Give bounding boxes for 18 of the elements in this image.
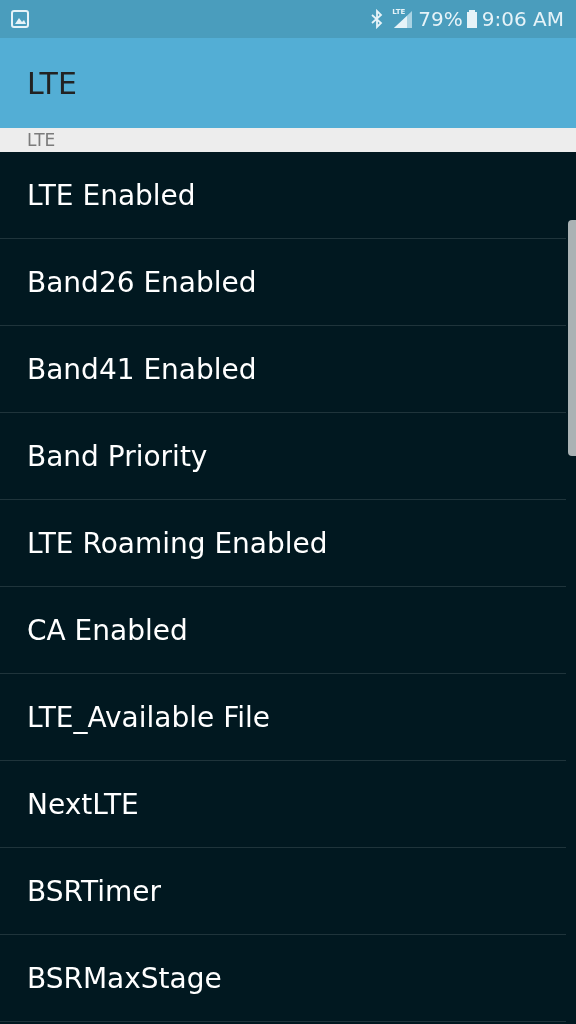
screen-title: LTE [27, 65, 77, 101]
settings-item[interactable]: NextLTE [0, 761, 566, 848]
section-header: LTE [27, 130, 56, 150]
settings-item[interactable]: Band26 Enabled [0, 239, 566, 326]
bluetooth-icon [370, 9, 385, 29]
battery-percent: 79% [418, 7, 463, 31]
settings-item[interactable]: Band41 Enabled [0, 326, 566, 413]
battery-icon [465, 9, 478, 29]
settings-item[interactable]: CA Enabled [0, 587, 566, 674]
settings-item[interactable]: BSRTimer [0, 848, 566, 935]
scrollbar[interactable] [568, 220, 576, 456]
settings-item[interactable]: LTE_Available File [0, 674, 566, 761]
gallery-icon [10, 9, 30, 29]
settings-item[interactable]: Band Priority [0, 413, 566, 500]
settings-item[interactable]: BSRMaxStage [0, 935, 566, 1022]
settings-item[interactable]: LTE Roaming Enabled [0, 500, 566, 587]
settings-item[interactable]: LTE Enabled [0, 152, 566, 239]
clock: 9:06 AM [481, 7, 564, 31]
